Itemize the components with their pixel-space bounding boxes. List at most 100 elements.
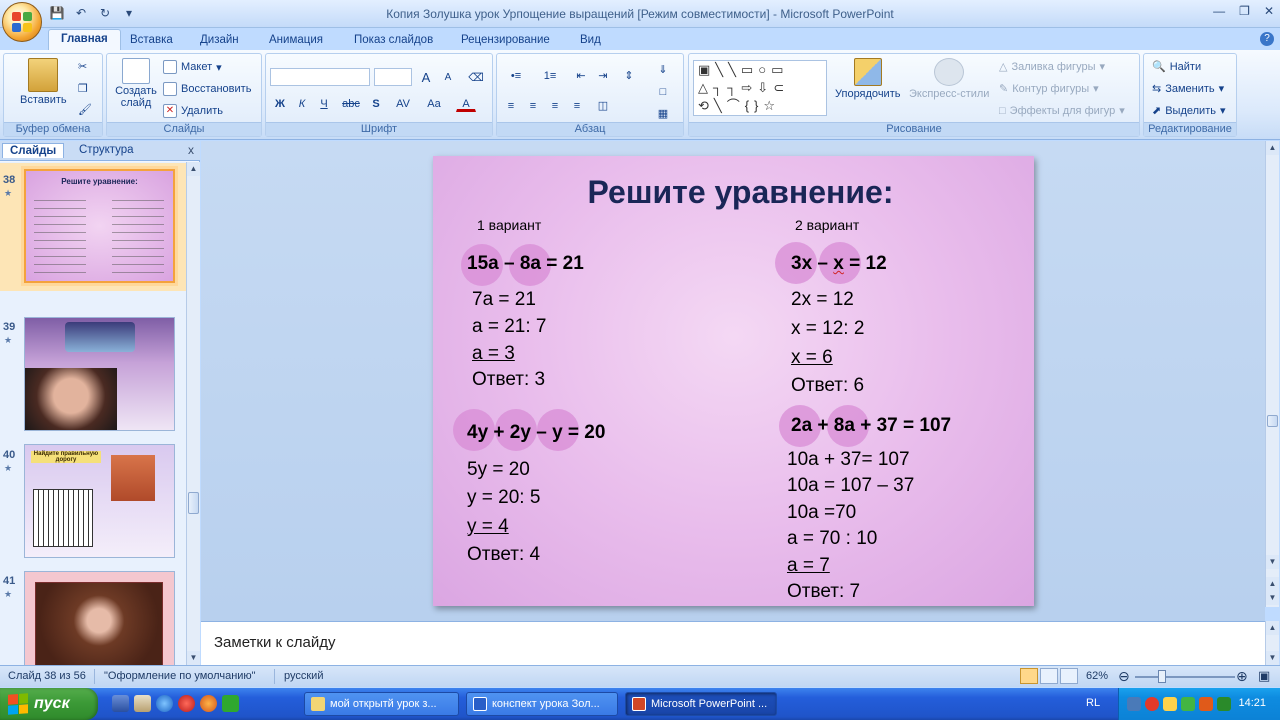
slide-thumbnail-40[interactable]: Найдите правильную дорогу <box>24 444 175 558</box>
tray-monitor-icon[interactable] <box>1127 697 1141 711</box>
help-icon[interactable]: ? <box>1260 32 1274 46</box>
font-color-button[interactable]: A <box>456 94 476 112</box>
start-button[interactable]: пуск <box>0 688 98 720</box>
arrange-button[interactable]: Упорядочить <box>835 58 900 100</box>
scroll-up-icon[interactable]: ▲ <box>1266 621 1279 635</box>
scroll-down-icon[interactable]: ▼ <box>1266 651 1279 665</box>
tab-review[interactable]: Рецензирование <box>449 31 562 49</box>
slide-sorter-icon[interactable] <box>1040 668 1058 684</box>
fit-to-window-icon[interactable]: ▣ <box>1258 668 1270 684</box>
scroll-down-icon[interactable]: ▼ <box>1266 555 1279 569</box>
taskbar-item-powerpoint[interactable]: Microsoft PowerPoint ... <box>625 692 777 716</box>
underline-button[interactable]: Ч <box>314 94 334 112</box>
align-left-icon[interactable]: ≡ <box>501 96 521 114</box>
layout-button[interactable]: Макет ▾ <box>163 60 222 74</box>
zoom-level[interactable]: 62% <box>1086 670 1108 682</box>
shape-effects-button[interactable]: □ Эффекты для фигур ▾ <box>999 104 1125 118</box>
scroll-down-icon[interactable]: ▼ <box>187 651 200 665</box>
paste-button[interactable]: Вставить <box>20 58 67 106</box>
grow-font-button[interactable]: A <box>416 68 436 86</box>
desktop-icon[interactable] <box>112 695 129 712</box>
scroll-up-icon[interactable]: ▲ <box>1266 141 1279 155</box>
tab-animation[interactable]: Анимация <box>257 31 335 49</box>
slide-scrollbar[interactable]: ▲ ▼ ▲ ▼ <box>1265 141 1279 607</box>
slide-canvas[interactable]: Решите уравнение: 1 вариант 2 вариант 15… <box>433 156 1034 606</box>
internet-explorer-icon[interactable] <box>156 695 173 712</box>
bullets-icon[interactable]: •≡ <box>501 66 531 84</box>
new-slide-button[interactable]: Создать слайд <box>113 58 159 109</box>
firefox-icon[interactable] <box>200 695 217 712</box>
slide-thumbnail-39[interactable] <box>24 317 175 431</box>
zoom-out-icon[interactable]: ⊖ <box>1118 668 1130 685</box>
tab-design[interactable]: Дизайн <box>188 31 251 49</box>
taskbar-item[interactable]: конспект урока Зол... <box>466 692 618 716</box>
explorer-icon[interactable] <box>134 695 151 712</box>
numbering-icon[interactable]: 1≡ <box>535 66 565 84</box>
scroll-thumb[interactable] <box>1267 415 1278 427</box>
zoom-slider-handle[interactable] <box>1158 670 1166 683</box>
slideshow-view-icon[interactable] <box>1060 668 1078 684</box>
decrease-indent-icon[interactable]: ⇤ <box>571 66 591 84</box>
app-icon[interactable] <box>222 695 239 712</box>
previous-slide-icon[interactable]: ▲ <box>1266 577 1279 591</box>
tab-insert[interactable]: Вставка <box>118 31 185 49</box>
slides-pane-scrollbar[interactable]: ▲ ▼ <box>186 162 200 665</box>
align-right-icon[interactable]: ≡ <box>545 96 565 114</box>
maximize-icon[interactable]: ❐ <box>1239 4 1250 18</box>
shadow-button[interactable]: S <box>366 94 386 112</box>
tray-update-icon[interactable] <box>1199 697 1213 711</box>
align-text-icon[interactable]: □ <box>653 82 673 100</box>
tab-home[interactable]: Главная <box>48 29 121 51</box>
tab-slideshow[interactable]: Показ слайдов <box>342 31 445 49</box>
notes-pane[interactable]: Заметки к слайду <box>201 621 1265 665</box>
shapes-gallery[interactable]: ▣╲╲▭○▭ △┐┐⇨⇩⊂ ⟲╲⌒{}☆ <box>693 60 827 116</box>
slide-title[interactable]: Решите уравнение: <box>433 174 1034 211</box>
zoom-in-icon[interactable]: ⊕ <box>1236 668 1248 685</box>
cut-icon[interactable]: ✂ <box>78 60 87 73</box>
columns-icon[interactable]: ◫ <box>593 96 613 114</box>
close-pane-icon[interactable]: x <box>188 143 194 157</box>
tray-network-icon[interactable] <box>1181 697 1195 711</box>
opera-icon[interactable] <box>178 695 195 712</box>
smartart-icon[interactable]: ▦ <box>653 104 673 122</box>
slide-thumbnail-41[interactable] <box>24 571 175 665</box>
office-button[interactable] <box>2 2 42 42</box>
delete-slide-button[interactable]: ✕ Удалить <box>163 104 223 118</box>
tab-slides[interactable]: Слайды <box>2 143 65 158</box>
copy-icon[interactable]: ❐ <box>78 82 88 95</box>
scroll-up-icon[interactable]: ▲ <box>187 162 200 176</box>
close-icon[interactable]: ✕ <box>1264 4 1274 18</box>
zoom-slider[interactable] <box>1135 676 1235 678</box>
tray-antivirus-icon[interactable] <box>1145 697 1159 711</box>
notes-scrollbar[interactable]: ▲ ▼ <box>1265 621 1279 665</box>
strikethrough-button[interactable]: abc <box>338 94 364 112</box>
quick-styles-button[interactable]: Экспресс-стили <box>909 58 989 100</box>
shape-outline-button[interactable]: ✎ Контур фигуры ▾ <box>999 82 1099 96</box>
increase-indent-icon[interactable]: ⇥ <box>593 66 613 84</box>
keyboard-language[interactable]: RL <box>1086 697 1100 709</box>
next-slide-icon[interactable]: ▼ <box>1266 591 1279 605</box>
text-direction-icon[interactable]: ⇓ <box>653 60 673 78</box>
clock[interactable]: 14:21 <box>1238 697 1266 709</box>
shape-fill-button[interactable]: △ Заливка фигуры ▾ <box>999 60 1105 74</box>
shrink-font-button[interactable]: A <box>438 68 458 86</box>
font-name-select[interactable] <box>270 68 370 86</box>
tab-outline[interactable]: Структура <box>72 143 141 157</box>
scroll-thumb[interactable] <box>188 492 199 514</box>
align-center-icon[interactable]: ≡ <box>523 96 543 114</box>
find-button[interactable]: 🔍 Найти <box>1152 60 1201 74</box>
reset-button[interactable]: Восстановить <box>163 82 251 96</box>
theme-name[interactable]: "Оформление по умолчанию" <box>104 670 256 682</box>
format-painter-icon[interactable]: 🖌 <box>78 103 92 116</box>
char-spacing-button[interactable]: AV <box>390 94 416 112</box>
taskbar-item[interactable]: мой открытй урок з... <box>304 692 459 716</box>
bold-button[interactable]: Ж <box>270 94 290 112</box>
italic-button[interactable]: К <box>292 94 312 112</box>
minimize-icon[interactable]: — <box>1213 4 1225 18</box>
change-case-button[interactable]: Aa <box>422 94 446 112</box>
slide-thumbnail-38[interactable]: Решите уравнение: <box>24 169 175 283</box>
tray-security-icon[interactable] <box>1217 697 1231 711</box>
font-size-select[interactable] <box>374 68 412 86</box>
select-button[interactable]: ⬈ Выделить ▾ <box>1152 104 1226 118</box>
justify-icon[interactable]: ≡ <box>567 96 587 114</box>
